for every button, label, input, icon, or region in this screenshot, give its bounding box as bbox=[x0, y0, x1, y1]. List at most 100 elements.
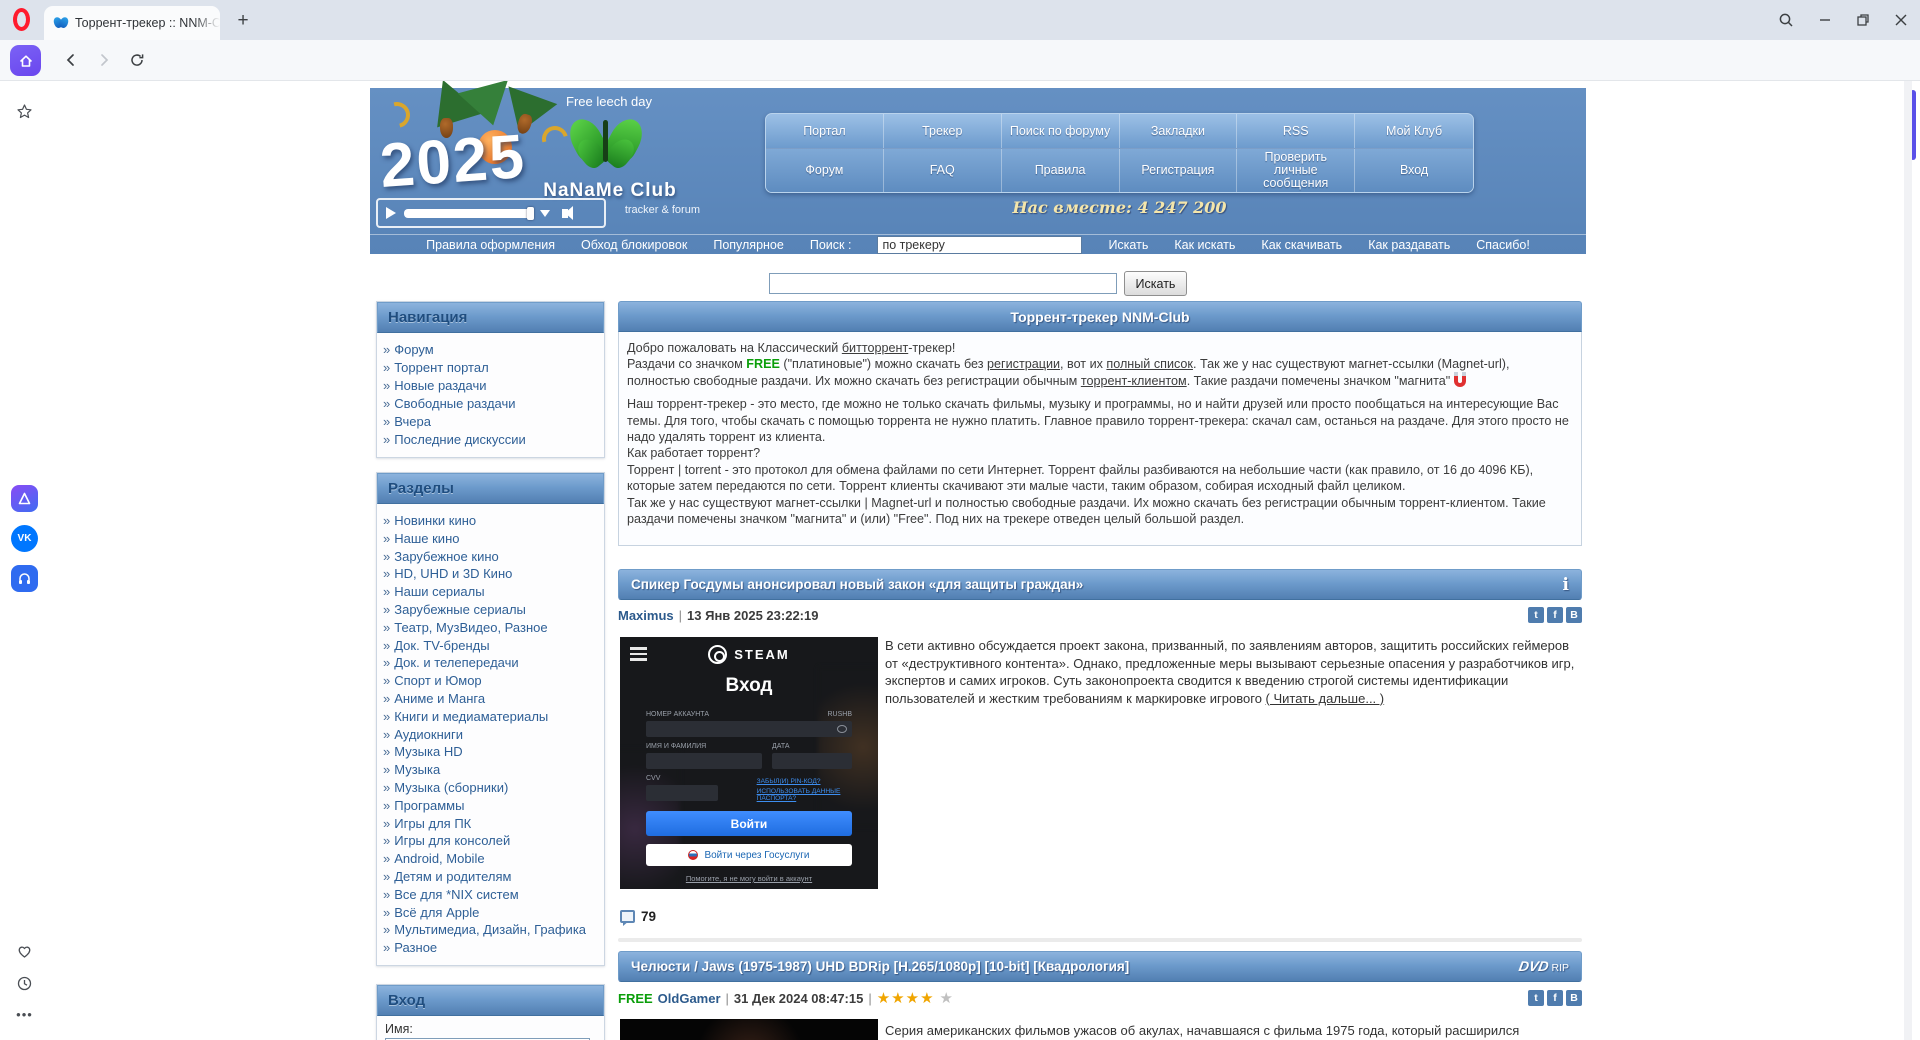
more-options-icon[interactable]: ••• bbox=[0, 1007, 49, 1022]
menu-item[interactable]: Мой Клуб bbox=[1355, 114, 1473, 148]
sidebar-link[interactable]: » Вчера bbox=[383, 413, 598, 431]
menu-item[interactable]: Форум bbox=[766, 149, 884, 192]
share-social-icon[interactable]: f bbox=[1547, 990, 1563, 1006]
back-icon[interactable] bbox=[63, 52, 79, 68]
sidebar-link[interactable]: » Наше кино bbox=[383, 530, 598, 548]
bookmarks-star-icon[interactable] bbox=[0, 103, 49, 120]
header-nav-link[interactable]: Как искать bbox=[1174, 238, 1235, 252]
workspace-home-button[interactable] bbox=[10, 45, 41, 76]
menu-item[interactable]: Проверить личные сообщения bbox=[1237, 149, 1356, 192]
vk-messenger-icon[interactable]: VK bbox=[0, 525, 49, 552]
close-icon[interactable] bbox=[1894, 13, 1908, 27]
full-list-link[interactable]: полный список bbox=[1106, 357, 1193, 371]
header-nav-link[interactable]: Спасибо! bbox=[1476, 238, 1530, 252]
post-title[interactable]: Челюсти / Jaws (1975-1987) UHD BDRip [H.… bbox=[631, 952, 1129, 982]
new-tab-button[interactable]: + bbox=[230, 8, 256, 34]
menu-item[interactable]: Регистрация bbox=[1120, 149, 1238, 192]
sidebar-link[interactable]: » Новые раздачи bbox=[383, 377, 598, 395]
sidebar-link[interactable]: » Игры для ПК bbox=[383, 815, 598, 833]
sidebar-link[interactable]: » Аниме и Манга bbox=[383, 690, 598, 708]
read-more-link[interactable]: ( Читать дальше... ) bbox=[1266, 691, 1385, 706]
browser-tab[interactable]: Торрент-трекер :: NNM-C bbox=[44, 6, 220, 40]
search-icon[interactable] bbox=[1778, 12, 1794, 28]
share-social-icon[interactable]: В bbox=[1566, 607, 1582, 623]
player-progress-bar[interactable] bbox=[404, 206, 534, 220]
sidebar-link[interactable]: » Игры для консолей bbox=[383, 832, 598, 850]
steam-passport-link[interactable]: ИСПОЛЬЗОВАТЬ ДАННЫЕ ПАСПОРТА? bbox=[757, 788, 852, 802]
volume-icon[interactable] bbox=[562, 208, 568, 218]
share-social-icon[interactable]: В bbox=[1566, 990, 1582, 1006]
share-social-icon[interactable]: t bbox=[1528, 990, 1544, 1006]
sidebar-link[interactable]: » Мультимедиа, Дизайн, Графика bbox=[383, 921, 598, 939]
play-icon[interactable] bbox=[386, 207, 396, 219]
share-social-icon[interactable]: t bbox=[1528, 607, 1544, 623]
sidebar-link[interactable]: » Музыка (сборники) bbox=[383, 779, 598, 797]
restore-window-icon[interactable] bbox=[1856, 13, 1870, 27]
steam-help-link[interactable]: Помогите, я не могу войти в аккаунт bbox=[646, 874, 852, 883]
sidebar-link[interactable]: » Наши сериалы bbox=[383, 583, 598, 601]
menu-item[interactable]: Портал bbox=[766, 114, 884, 148]
sidebar-link[interactable]: » Всё для Apple bbox=[383, 904, 598, 922]
sidebar-link[interactable]: » Программы bbox=[383, 797, 598, 815]
sidebar-link[interactable]: » Зарубежные сериалы bbox=[383, 601, 598, 619]
sidebar-link[interactable]: » Музыка bbox=[383, 761, 598, 779]
steam-forgot-link[interactable]: ЗАБЫЛ(И) PIN-КОД? bbox=[757, 778, 852, 785]
header-search-button[interactable]: Искать bbox=[1108, 238, 1148, 252]
sidebar-link[interactable]: » Детям и родителям bbox=[383, 868, 598, 886]
page-scrollbar[interactable] bbox=[1904, 81, 1912, 1040]
steam-login-button[interactable]: Войти bbox=[646, 811, 852, 836]
sidebar-link[interactable]: » Док. и телепередачи bbox=[383, 654, 598, 672]
torrent-client-link[interactable]: торрент-клиентом bbox=[1081, 374, 1187, 388]
info-icon[interactable]: i bbox=[1563, 570, 1569, 600]
sidebar-link[interactable]: » Книги и медиаматериалы bbox=[383, 708, 598, 726]
sidebar-link[interactable]: » Док. TV-бренды bbox=[383, 637, 598, 655]
header-nav-link[interactable]: Как раздавать bbox=[1368, 238, 1450, 252]
sidebar-link[interactable]: » Торрент портал bbox=[383, 359, 598, 377]
post-author[interactable]: Maximus bbox=[618, 608, 674, 623]
sidebar-link[interactable]: » Музыка HD bbox=[383, 743, 598, 761]
sidebar-link[interactable]: » Все для *NIX систем bbox=[383, 886, 598, 904]
sidebar-link[interactable]: » HD, UHD и 3D Кино bbox=[383, 565, 598, 583]
steam-date-input[interactable] bbox=[772, 753, 852, 769]
bittorrent-link[interactable]: битторрент bbox=[842, 341, 908, 355]
sidebar-link[interactable]: » Зарубежное кино bbox=[383, 548, 598, 566]
header-nav-link[interactable]: Обход блокировок bbox=[581, 238, 687, 252]
sidebar-link[interactable]: » Спорт и Юмор bbox=[383, 672, 598, 690]
forward-icon[interactable] bbox=[96, 52, 112, 68]
menu-item[interactable]: Трекер bbox=[884, 114, 1002, 148]
audio-player[interactable] bbox=[376, 198, 606, 228]
opera-logo[interactable] bbox=[13, 8, 30, 31]
sidebar-link[interactable]: » Свободные раздачи bbox=[383, 395, 598, 413]
steam-account-input[interactable] bbox=[646, 721, 852, 737]
minimize-icon[interactable] bbox=[1818, 13, 1832, 27]
sidebar-link[interactable]: » Android, Mobile bbox=[383, 850, 598, 868]
comment-count[interactable]: 79 bbox=[641, 909, 656, 924]
news-post-title-bar[interactable]: Спикер Госдумы анонсировал новый закон «… bbox=[618, 569, 1582, 600]
comments-row[interactable]: 79 bbox=[620, 909, 656, 926]
menu-item[interactable]: Закладки bbox=[1120, 114, 1238, 148]
menu-item[interactable]: Вход bbox=[1355, 149, 1473, 192]
menu-item[interactable]: Поиск по форуму bbox=[1002, 114, 1120, 148]
sidebar-link[interactable]: » Театр, МузВидео, Разное bbox=[383, 619, 598, 637]
reload-icon[interactable] bbox=[129, 52, 145, 68]
header-nav-link[interactable]: Правила оформления bbox=[426, 238, 555, 252]
sidebar-link[interactable]: » Разное bbox=[383, 939, 598, 957]
share-social-icon[interactable]: f bbox=[1547, 607, 1563, 623]
menu-item[interactable]: Правила bbox=[1002, 149, 1120, 192]
post-author[interactable]: OldGamer bbox=[658, 991, 721, 1006]
aria-ai-icon[interactable] bbox=[0, 485, 49, 512]
steam-gosuslugi-button[interactable]: Войти через Госуслуги bbox=[646, 844, 852, 866]
tracker-search-input[interactable] bbox=[877, 235, 1083, 254]
news-post-title-bar[interactable]: Челюсти / Jaws (1975-1987) UHD BDRip [H.… bbox=[618, 951, 1582, 982]
post-image-jaws[interactable] bbox=[620, 1019, 878, 1040]
menu-item[interactable]: FAQ bbox=[884, 149, 1002, 192]
likes-heart-icon[interactable] bbox=[0, 943, 49, 960]
page-search-button[interactable]: Искать bbox=[1124, 271, 1187, 296]
eye-icon[interactable] bbox=[837, 725, 847, 733]
sidebar-link[interactable]: » Аудиокниги bbox=[383, 726, 598, 744]
sidebar-link[interactable]: » Новинки кино bbox=[383, 512, 598, 530]
history-clock-icon[interactable] bbox=[0, 975, 49, 992]
menu-item[interactable]: RSS bbox=[1237, 114, 1356, 148]
steam-name-input[interactable] bbox=[646, 753, 762, 769]
header-nav-link[interactable]: Как скачивать bbox=[1261, 238, 1342, 252]
